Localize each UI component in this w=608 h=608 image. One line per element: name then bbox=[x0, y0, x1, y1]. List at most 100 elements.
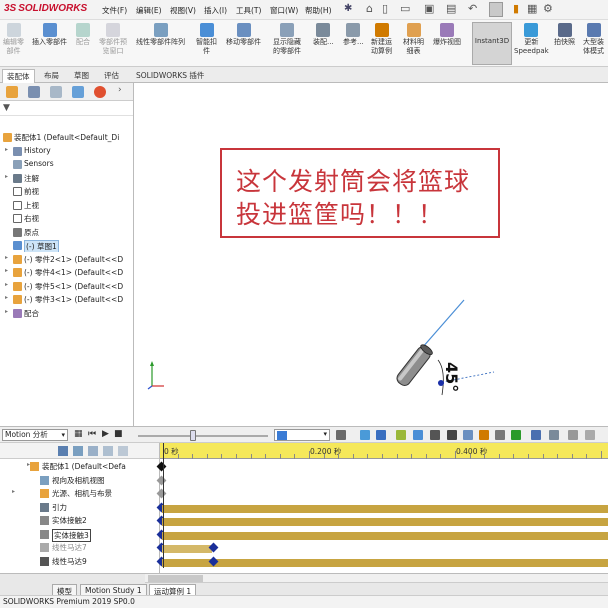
expand-icon[interactable] bbox=[585, 430, 595, 440]
results-icon[interactable] bbox=[531, 430, 541, 440]
motion-row-gravity[interactable]: 引力 bbox=[0, 501, 160, 515]
mate-button[interactable]: 配合 bbox=[76, 23, 90, 47]
timeline-bar[interactable] bbox=[162, 504, 608, 513]
component-preview-button[interactable]: 零部件预 览窗口 bbox=[99, 23, 127, 56]
playback-speed-select[interactable]: ▾ bbox=[274, 429, 330, 441]
tree-part4[interactable]: ▸ (-) 零件4<1> (Default<<D bbox=[0, 266, 134, 279]
tree-mates[interactable]: ▸ 配合 bbox=[0, 307, 134, 320]
large-assembly-mode-button[interactable]: 大型装 体模式 bbox=[583, 23, 604, 56]
instant3d-button[interactable]: Instant3D bbox=[472, 22, 512, 65]
configuration-manager-icon[interactable] bbox=[50, 86, 62, 98]
pin-icon[interactable]: ✱ bbox=[344, 3, 352, 14]
tree-assembly-root[interactable]: 装配体1 (Default<Default_Di bbox=[0, 131, 134, 144]
calculate-icon[interactable]: ▦ bbox=[74, 429, 83, 439]
timeline-bar[interactable] bbox=[162, 518, 608, 526]
autokey-icon[interactable] bbox=[396, 430, 406, 440]
timeline-bar[interactable] bbox=[162, 531, 608, 540]
add-key-icon[interactable] bbox=[413, 430, 423, 440]
launcher-model[interactable]: 45° bbox=[380, 290, 500, 405]
filter-selected-icon[interactable] bbox=[88, 446, 98, 456]
motion-row-assembly[interactable]: ▸ 装配体1 (Default<Defa bbox=[0, 460, 160, 474]
open-icon[interactable]: ▭ bbox=[400, 2, 410, 15]
show-hidden-button[interactable]: 显示隐藏 的零部件 bbox=[273, 23, 301, 56]
timeline-area[interactable]: 0 秒 0.200 秒 0.400 秒 bbox=[156, 443, 608, 568]
stop-icon[interactable]: ■ bbox=[114, 429, 123, 439]
tab-layout[interactable]: 布局 bbox=[40, 69, 63, 82]
update-speedpak-button[interactable]: 更新 Speedpak bbox=[514, 23, 549, 56]
tree-front-plane[interactable]: 前视 bbox=[0, 185, 134, 198]
expand-arrow-icon[interactable]: ▸ bbox=[5, 281, 8, 288]
expand-arrow-icon[interactable]: ▸ bbox=[5, 267, 8, 274]
filter-results-icon[interactable] bbox=[103, 446, 113, 456]
home-icon[interactable]: ⌂ bbox=[366, 2, 373, 15]
menu-help[interactable]: 帮助(H) bbox=[305, 5, 332, 16]
feature-tree-icon[interactable] bbox=[6, 86, 18, 98]
filter-driving-icon[interactable] bbox=[73, 446, 83, 456]
filter-animated-icon[interactable] bbox=[58, 446, 68, 456]
edit-component-button[interactable]: 编辑零 部件 bbox=[3, 23, 24, 56]
chevron-right-icon[interactable]: › bbox=[118, 85, 122, 95]
new-icon[interactable]: ▯ bbox=[382, 2, 388, 15]
playback-slider-track[interactable] bbox=[138, 435, 268, 437]
graphics-area[interactable] bbox=[135, 83, 608, 426]
tree-part2[interactable]: ▸ (-) 零件2<1> (Default<<D bbox=[0, 253, 134, 266]
new-motion-study-button[interactable]: 新建运 动算例 bbox=[371, 23, 392, 56]
playback-slider-thumb[interactable] bbox=[190, 430, 196, 441]
tab-assembly[interactable]: 装配体 bbox=[2, 69, 35, 83]
force-icon[interactable] bbox=[479, 430, 489, 440]
save-icon[interactable]: ▣ bbox=[424, 2, 434, 15]
smart-fasteners-button[interactable]: 智能扣件 bbox=[196, 23, 217, 56]
linear-pattern-button[interactable]: 线性零部件阵列 bbox=[136, 23, 185, 47]
motion-row-contact3[interactable]: 实体接触3 bbox=[0, 528, 160, 542]
exploded-view-button[interactable]: 爆炸视图 bbox=[433, 23, 461, 47]
expand-arrow-icon[interactable]: ▸ bbox=[5, 146, 8, 153]
tree-history[interactable]: ▸ History bbox=[0, 145, 134, 158]
angle-dimension[interactable]: 45° bbox=[442, 362, 461, 392]
scrollbar-thumb[interactable] bbox=[148, 575, 203, 582]
options-gear-icon[interactable]: ⚙ bbox=[543, 2, 553, 15]
expand-arrow-icon[interactable]: ▸ bbox=[5, 254, 8, 261]
motion-row-motor7[interactable]: 线性马达7 bbox=[0, 541, 160, 555]
time-bar[interactable] bbox=[163, 443, 164, 568]
playback-mode-icon[interactable] bbox=[336, 430, 346, 440]
tree-right-plane[interactable]: 右视 bbox=[0, 212, 134, 225]
menu-view[interactable]: 视图(V) bbox=[170, 5, 196, 16]
contact-icon[interactable] bbox=[495, 430, 505, 440]
display-manager-icon[interactable] bbox=[94, 86, 106, 98]
damper-icon[interactable] bbox=[463, 430, 473, 440]
study-properties-icon[interactable] bbox=[549, 430, 559, 440]
menu-window[interactable]: 窗口(W) bbox=[270, 5, 298, 16]
expand-arrow-icon[interactable]: ▸ bbox=[5, 308, 8, 315]
save-animation-icon[interactable] bbox=[360, 430, 370, 440]
play-from-start-icon[interactable]: ⏮ bbox=[88, 429, 96, 439]
motion-row-motor9[interactable]: 线性马达9 bbox=[0, 555, 160, 569]
filter-icon[interactable]: ▼ bbox=[3, 103, 10, 113]
timeline-bar[interactable] bbox=[162, 558, 608, 567]
tree-part5[interactable]: ▸ (-) 零件5<1> (Default<<D bbox=[0, 280, 134, 293]
animation-wizard-icon[interactable] bbox=[376, 430, 386, 440]
traffic-light-icon[interactable]: ▮ bbox=[513, 2, 519, 15]
menu-insert[interactable]: 插入(I) bbox=[204, 5, 227, 16]
assembly-features-button[interactable]: 装配... bbox=[313, 23, 334, 47]
menu-tools[interactable]: 工具(T) bbox=[236, 5, 261, 16]
motion-row-camera-views[interactable]: 视向及相机视图 bbox=[0, 474, 160, 488]
expand-arrow-icon[interactable]: ▸ bbox=[5, 294, 8, 301]
tab-sketch[interactable]: 草图 bbox=[70, 69, 93, 82]
tree-origin[interactable]: 原点 bbox=[0, 226, 134, 239]
reference-geometry-button[interactable]: 参考... bbox=[343, 23, 364, 47]
move-component-button[interactable]: 移动零部件 bbox=[226, 23, 261, 47]
filter-all-icon[interactable] bbox=[118, 446, 128, 456]
play-icon[interactable]: ▶ bbox=[102, 429, 109, 439]
bill-of-materials-button[interactable]: 材料明 细表 bbox=[403, 23, 424, 56]
tree-annotations[interactable]: ▸ 注解 bbox=[0, 172, 134, 185]
gravity-icon[interactable] bbox=[511, 430, 521, 440]
take-snapshot-button[interactable]: 拍快照 bbox=[554, 23, 575, 47]
timeline-bar[interactable] bbox=[162, 545, 212, 553]
tab-addins[interactable]: SOLIDWORKS 插件 bbox=[132, 69, 208, 82]
property-manager-icon[interactable] bbox=[28, 86, 40, 98]
spring-icon[interactable] bbox=[447, 430, 457, 440]
insert-components-button[interactable]: 插入零部件 bbox=[32, 23, 67, 47]
motion-row-lights[interactable]: ▸ 光源、相机与布景 bbox=[0, 487, 160, 501]
print-icon[interactable]: ▤ bbox=[446, 2, 456, 15]
expand-arrow-icon[interactable]: ▸ bbox=[12, 488, 15, 495]
